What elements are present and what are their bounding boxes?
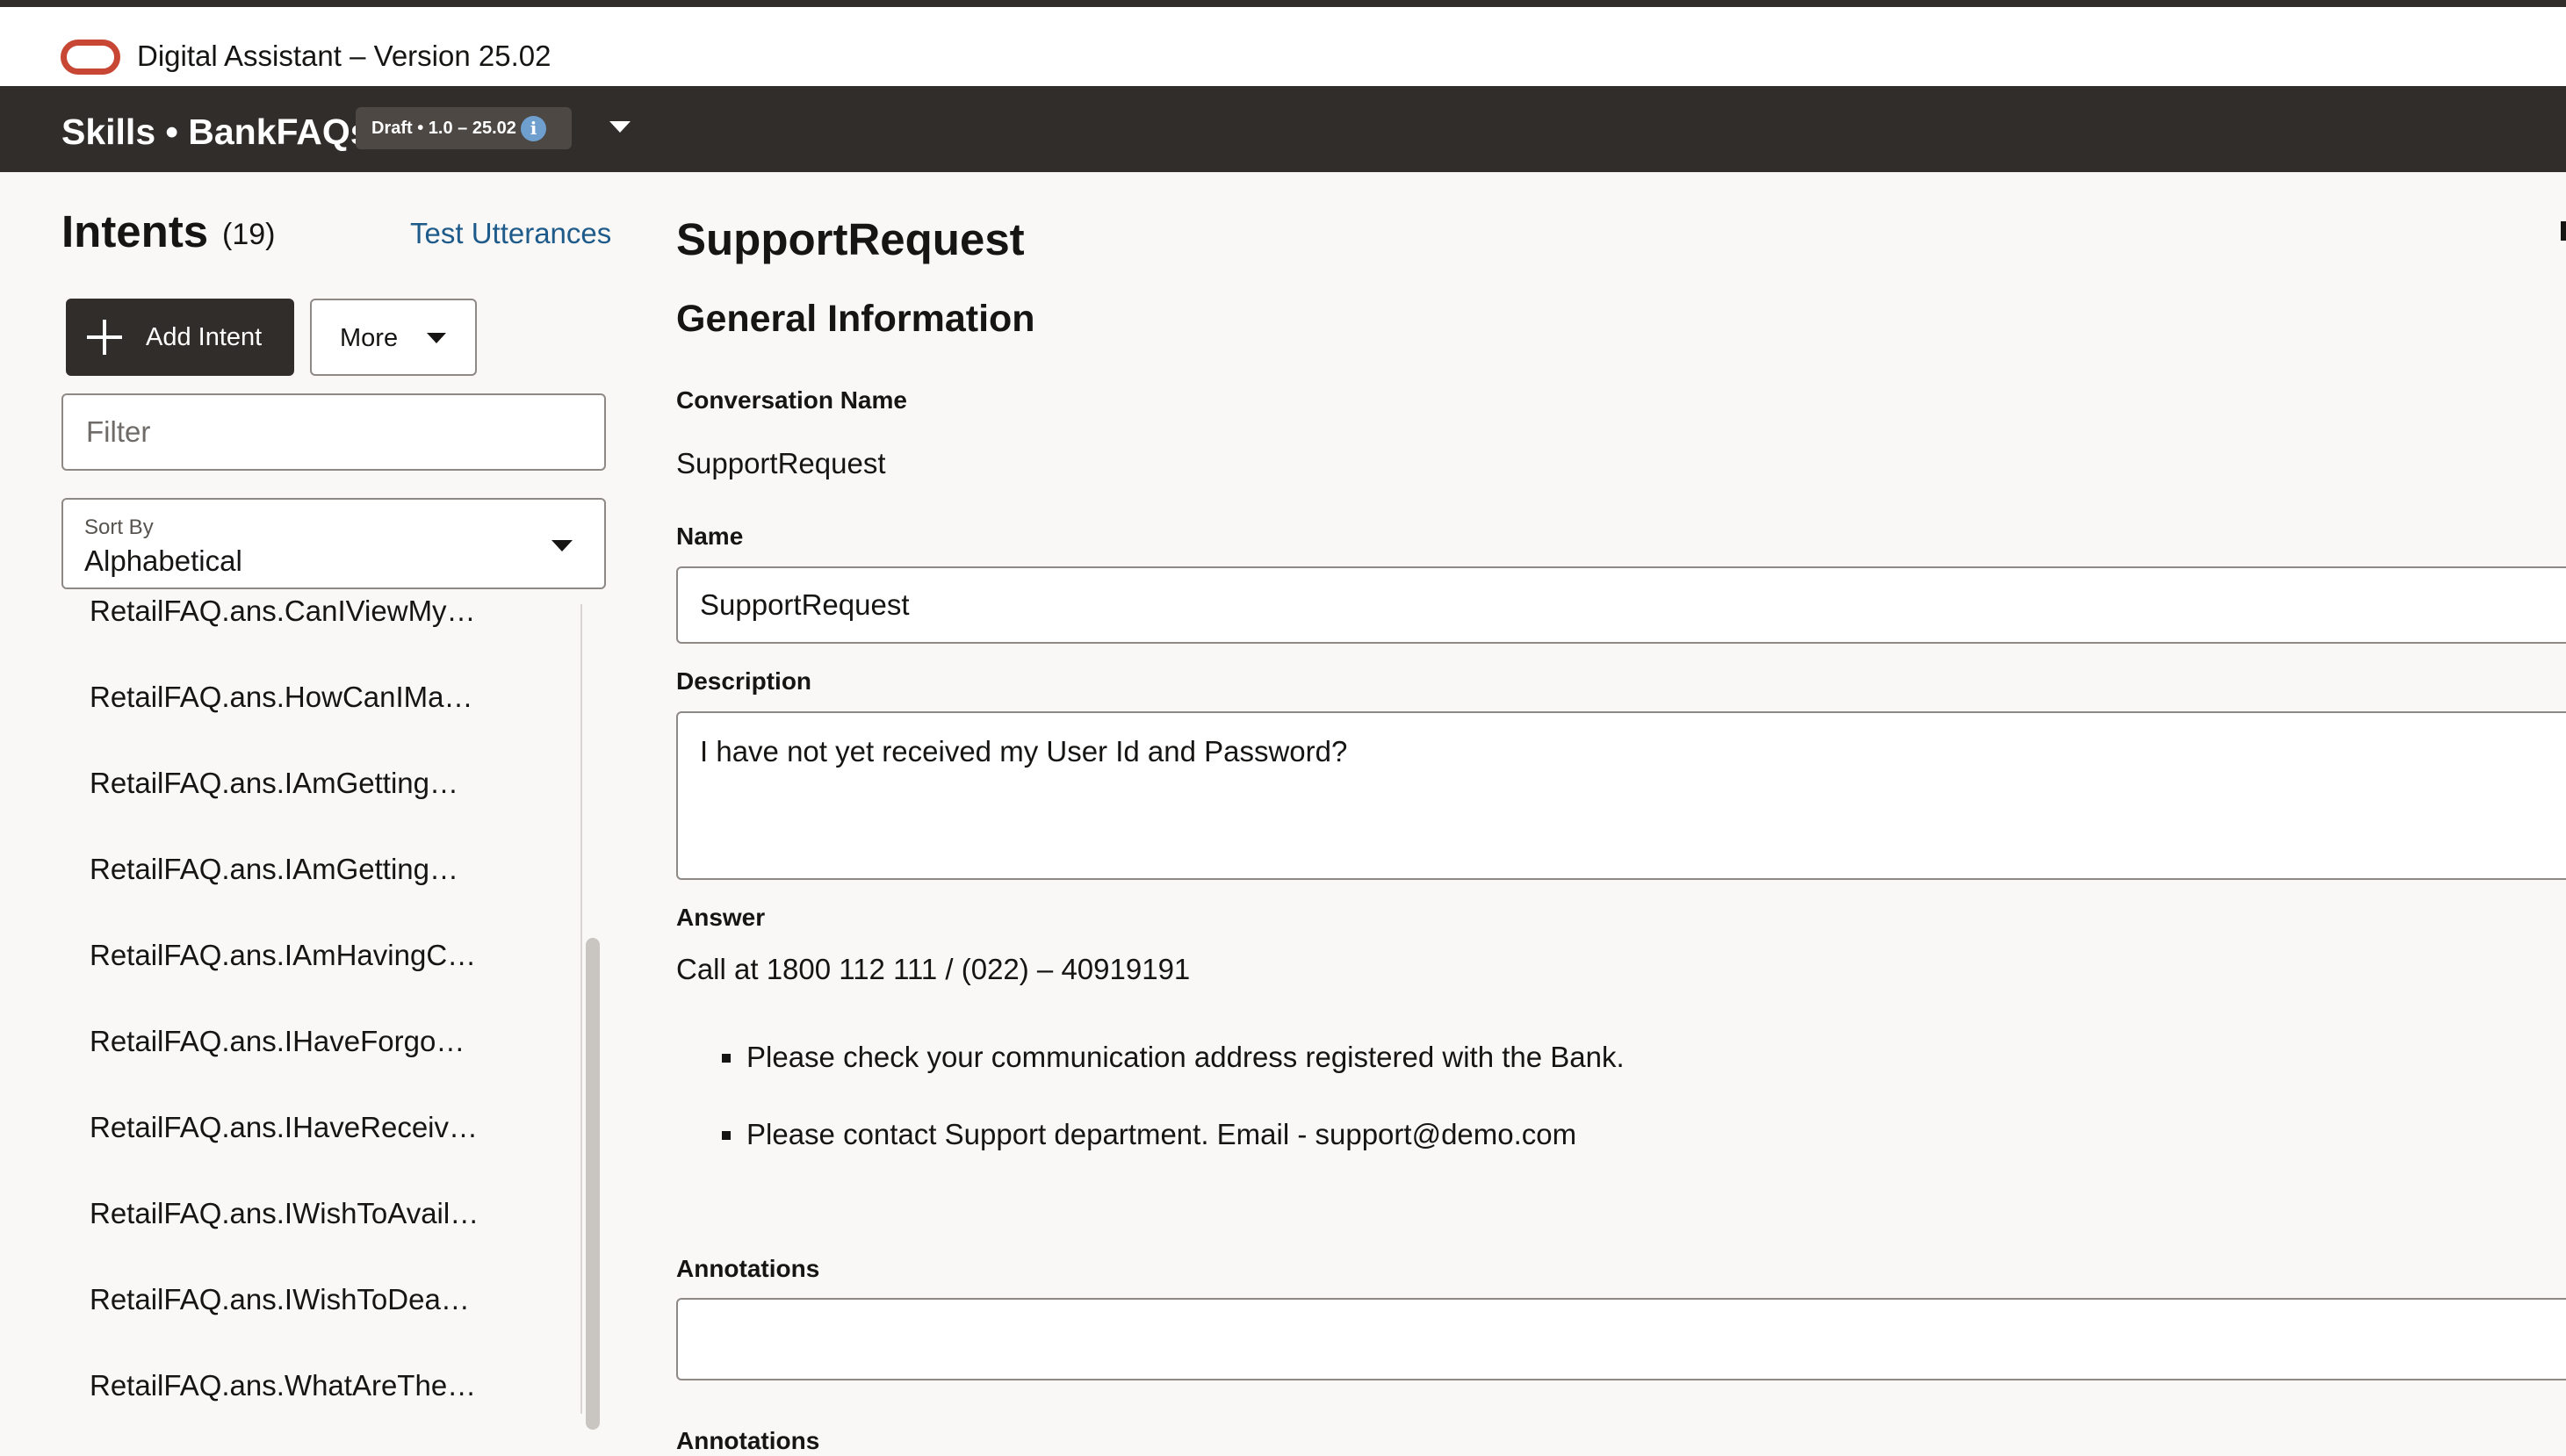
version-badge[interactable]: Draft • 1.0 – 25.02 i — [356, 107, 572, 149]
more-label: More — [340, 324, 399, 352]
intent-list-item[interactable]: RetailFAQ.ans.IHaveReceiv… — [90, 1110, 478, 1145]
sort-by-select[interactable]: Sort By Alphabetical — [61, 498, 606, 589]
bullet-icon — [722, 1131, 731, 1140]
annotations-label: Annotations — [676, 1427, 820, 1454]
intent-list-item[interactable]: RetailFAQ.ans.HowCanIMa… — [90, 680, 473, 715]
conversation-name-value: SupportRequest — [676, 447, 886, 479]
answer-bullet: Please contact Support department. Email… — [746, 1118, 1577, 1150]
filter-input[interactable] — [61, 393, 606, 471]
intents-sidebar: Intents (19) Test Utterances Add Intent … — [0, 172, 632, 1414]
oracle-logo-icon — [61, 40, 120, 75]
intent-list-item[interactable]: RetailFAQ.ans.IAmGetting… — [90, 852, 458, 887]
skill-menu-button[interactable] — [597, 111, 643, 146]
annotations-label: Annotations — [676, 1255, 820, 1282]
plus-icon — [87, 320, 122, 355]
intents-count: (19) — [222, 218, 276, 251]
app-title: Digital Assistant – Version 25.02 — [137, 40, 551, 72]
intent-list-item[interactable]: RetailFAQ.ans.IAmHavingC… — [90, 938, 476, 973]
add-intent-button[interactable]: Add Intent — [66, 299, 294, 376]
bullet-icon — [722, 1054, 731, 1063]
intent-list-item[interactable]: RetailFAQ.ans.IHaveForgo… — [90, 1024, 465, 1059]
test-utterances-link[interactable]: Test Utterances — [410, 216, 611, 251]
description-label: Description — [676, 667, 812, 695]
intent-list-item[interactable]: RetailFAQ.ans.WhatAreThe… — [90, 1368, 476, 1403]
app-header: Digital Assistant – Version 25.02 — [0, 7, 2566, 86]
answer-label: Answer — [676, 904, 766, 931]
answer-bullet: Please check your communication address … — [746, 1041, 1625, 1073]
name-label: Name — [676, 523, 744, 550]
description-field[interactable]: I have not yet received my User Id and P… — [676, 711, 2566, 880]
intent-title: SupportRequest — [676, 214, 1025, 264]
skill-title[interactable]: Skills • BankFAQs — [61, 112, 371, 151]
sort-by-value: Alphabetical — [84, 544, 242, 577]
scrollbar-track[interactable] — [580, 604, 582, 1414]
panel-edge-marker — [2561, 221, 2566, 241]
intents-heading: Intents — [61, 206, 209, 256]
section-title: General Information — [676, 298, 1035, 340]
intent-list-item[interactable]: RetailFAQ.ans.IWishToDea… — [90, 1282, 470, 1317]
chevron-down-icon — [609, 121, 631, 133]
intent-detail-panel: SupportRequest General Information Conve… — [676, 172, 2566, 1454]
sort-by-label: Sort By — [84, 515, 154, 539]
version-badge-label: Draft • 1.0 – 25.02 — [371, 119, 516, 138]
intent-list-item[interactable]: RetailFAQ.ans.IWishToAvail… — [90, 1196, 479, 1231]
chevron-down-icon — [427, 333, 446, 343]
answer-text: Call at 1800 112 111 / (022) – 40919191 — [676, 953, 1191, 985]
info-icon[interactable]: i — [521, 116, 546, 141]
annotations-field[interactable] — [676, 1298, 2566, 1380]
intent-list-item[interactable]: RetailFAQ.ans.IAmGetting… — [90, 766, 458, 801]
top-border — [0, 0, 2566, 7]
intent-list: RetailFAQ.ans.CanIViewMy… RetailFAQ.ans.… — [0, 594, 580, 1414]
chevron-down-icon — [551, 540, 573, 551]
skill-header: Skills • BankFAQs Draft • 1.0 – 25.02 i — [0, 86, 2566, 172]
conversation-name-label: Conversation Name — [676, 386, 907, 414]
name-field[interactable] — [676, 566, 2566, 644]
intent-list-item[interactable]: RetailFAQ.ans.CanIViewMy… — [90, 594, 476, 629]
add-intent-label: Add Intent — [146, 323, 263, 351]
scrollbar-thumb[interactable] — [586, 938, 600, 1430]
more-button[interactable]: More — [310, 299, 477, 376]
